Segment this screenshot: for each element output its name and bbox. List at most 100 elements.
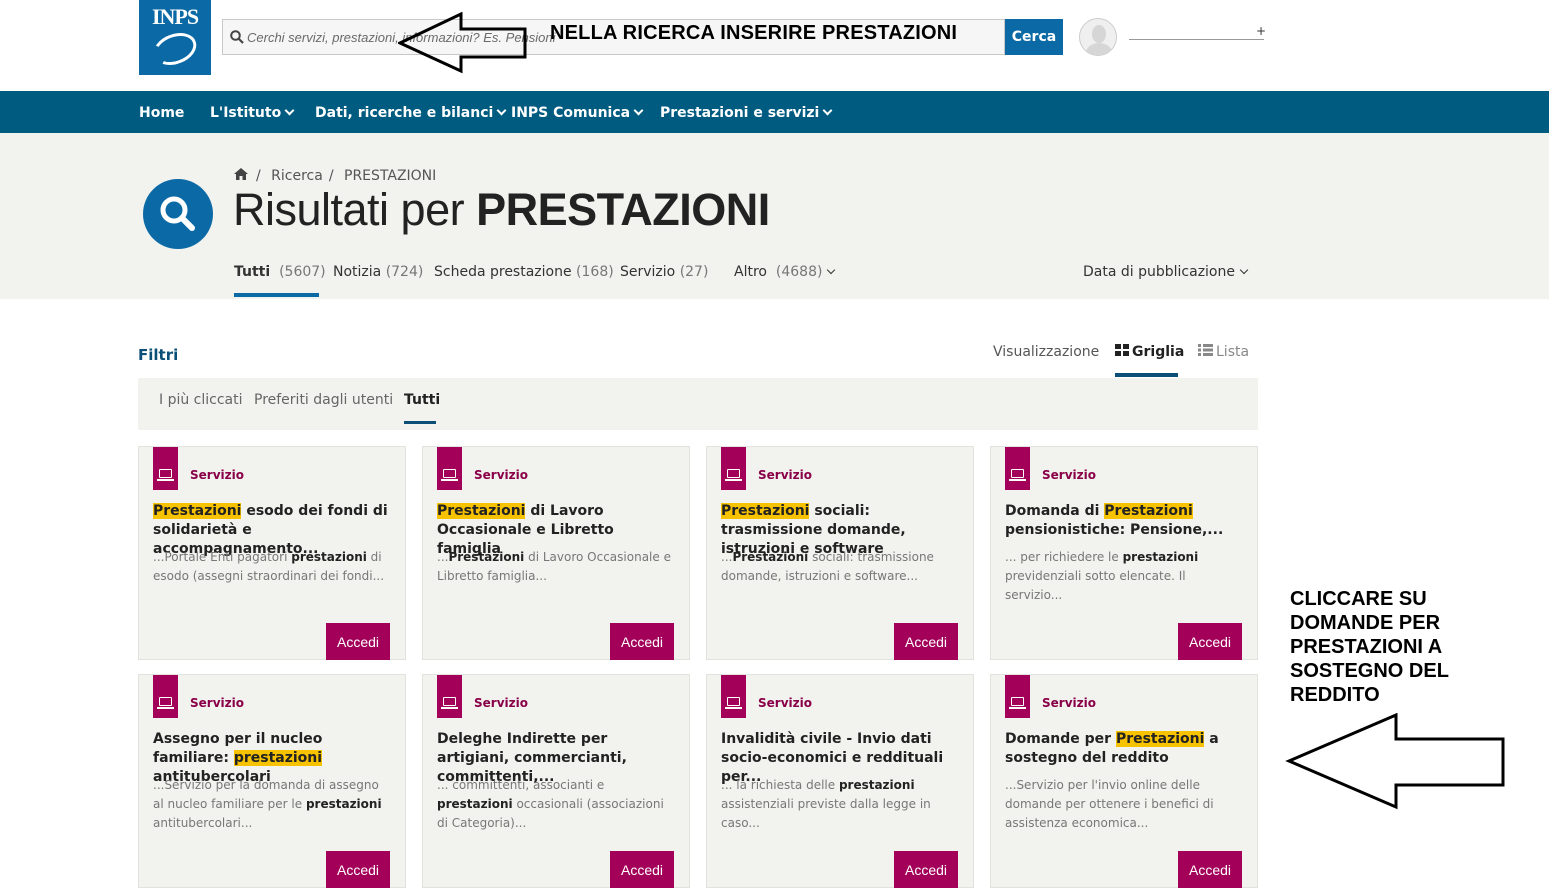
laptop-icon xyxy=(443,697,456,706)
breadcrumb-ricerca[interactable]: Ricerca xyxy=(271,168,323,184)
card-kind: Servizio xyxy=(1042,468,1096,482)
service-badge xyxy=(721,675,746,718)
card-description: ... la richiesta delle prestazioni assis… xyxy=(721,778,931,830)
page-title: Risultati per PRESTAZIONI xyxy=(233,184,770,235)
accedi-button[interactable]: Accedi xyxy=(610,623,674,660)
view-label: Visualizzazione xyxy=(993,344,1100,360)
avatar-body-icon xyxy=(1086,43,1112,55)
result-card: Servizio Prestazioni esodo dei fondi di … xyxy=(138,446,406,660)
accedi-button[interactable]: Accedi xyxy=(326,623,390,660)
chevron-down-icon xyxy=(633,105,644,116)
filter-most-clicked[interactable]: I più cliccati xyxy=(159,392,243,408)
laptop-base xyxy=(157,479,174,481)
laptop-base xyxy=(725,707,742,709)
card-description: ...Prestazioni di Lavoro Occasionale e L… xyxy=(437,550,671,583)
view-grid-button[interactable]: Griglia xyxy=(1115,344,1184,360)
result-card: Servizio Deleghe Indirette per artigiani… xyxy=(422,674,690,888)
laptop-icon xyxy=(1011,697,1024,706)
nav-item-comunica[interactable]: INPS Comunica xyxy=(511,105,644,121)
nav-item-dati[interactable]: Dati, ricerche e bilanci xyxy=(315,105,507,121)
accedi-button[interactable]: Accedi xyxy=(326,851,390,888)
laptop-base xyxy=(157,707,174,709)
avatar-head-icon xyxy=(1092,25,1106,43)
tab-notizia[interactable]: Notizia (724) xyxy=(333,264,423,280)
chevron-down-icon xyxy=(284,105,295,116)
result-card: Servizio Prestazioni sociali: trasmissio… xyxy=(706,446,974,660)
sort-dropdown[interactable]: Data di pubblicazione xyxy=(1083,264,1249,280)
chevron-down-icon xyxy=(496,105,507,116)
tab-tutti[interactable]: Tutti (5607) xyxy=(234,264,326,280)
laptop-base xyxy=(1009,707,1026,709)
result-card: Servizio Invalidità civile - Invio dati … xyxy=(706,674,974,888)
laptop-base xyxy=(1009,479,1026,481)
accedi-button[interactable]: Accedi xyxy=(610,851,674,888)
breadcrumb-current: PRESTAZIONI xyxy=(344,168,437,184)
tab-altro[interactable]: Altro (4688) xyxy=(734,264,836,280)
user-expand-plus[interactable]: + xyxy=(1256,24,1266,38)
filters-heading[interactable]: Filtri xyxy=(138,346,178,364)
card-kind: Servizio xyxy=(474,468,528,482)
card-description: ...Servizio per la domanda di assegno al… xyxy=(153,778,382,830)
service-badge xyxy=(721,447,746,490)
tab-scheda-prestazione[interactable]: Scheda prestazione (168) xyxy=(434,264,614,280)
search-result-icon xyxy=(143,179,213,249)
avatar[interactable] xyxy=(1079,18,1117,56)
view-list-button[interactable]: Lista xyxy=(1198,344,1249,360)
card-title[interactable]: Domanda di Prestazioni pensionistiche: P… xyxy=(1005,502,1245,540)
logo-swirl-icon xyxy=(149,27,201,71)
tab-servizio[interactable]: Servizio (27) xyxy=(620,264,708,280)
card-kind: Servizio xyxy=(190,468,244,482)
card-kind: Servizio xyxy=(474,696,528,710)
laptop-icon xyxy=(1011,469,1024,478)
laptop-icon xyxy=(727,697,740,706)
search-icon xyxy=(230,30,244,44)
card-kind: Servizio xyxy=(758,696,812,710)
service-badge xyxy=(1005,447,1030,490)
active-tab-indicator xyxy=(234,293,319,297)
service-badge xyxy=(153,447,178,490)
grid-icon xyxy=(1115,344,1129,356)
card-kind: Servizio xyxy=(758,468,812,482)
card-description: ...Prestazioni sociali: trasmissione dom… xyxy=(721,550,934,583)
main-nav: Home L'Istituto Dati, ricerche e bilanci… xyxy=(0,91,1549,133)
nav-item-istituto[interactable]: L'Istituto xyxy=(210,105,295,121)
accedi-button[interactable]: Accedi xyxy=(894,623,958,660)
card-kind: Servizio xyxy=(190,696,244,710)
card-description: ...Portale Enti pagatori prestazioni di … xyxy=(153,550,385,583)
card-kind: Servizio xyxy=(1042,696,1096,710)
result-card: Servizio Assegno per il nucleo familiare… xyxy=(138,674,406,888)
chevron-down-icon xyxy=(827,265,836,275)
accedi-button[interactable]: Accedi xyxy=(894,851,958,888)
home-icon[interactable] xyxy=(234,168,248,180)
annotation-arrow-left-icon xyxy=(1285,713,1505,810)
service-badge xyxy=(437,675,462,718)
card-description: ...Servizio per l'invio online delle dom… xyxy=(1005,778,1214,830)
card-title[interactable]: Domande per Prestazioni a sostegno del r… xyxy=(1005,730,1245,768)
accedi-button[interactable]: Accedi xyxy=(1178,851,1242,888)
active-view-indicator xyxy=(1115,373,1178,377)
annotation-arrow-left-icon xyxy=(398,12,527,74)
laptop-icon xyxy=(159,469,172,478)
nav-item-prestazioni[interactable]: Prestazioni e servizi xyxy=(660,105,833,121)
nav-item-home[interactable]: Home xyxy=(139,105,184,121)
accedi-button[interactable]: Accedi xyxy=(1178,623,1242,660)
card-description: ... committenti, associanti e prestazion… xyxy=(437,778,664,830)
card-description: ... per richiedere le prestazioni previd… xyxy=(1005,550,1199,602)
list-icon xyxy=(1198,344,1213,356)
result-card: Servizio Domanda di Prestazioni pensioni… xyxy=(990,446,1258,660)
filter-tabs: I più cliccati Preferiti dagli utenti Tu… xyxy=(138,378,1258,430)
inps-logo[interactable]: INPS xyxy=(139,0,211,75)
user-name-line[interactable] xyxy=(1129,39,1264,40)
filter-all[interactable]: Tutti xyxy=(404,392,440,408)
laptop-icon xyxy=(727,469,740,478)
service-badge xyxy=(1005,675,1030,718)
service-badge xyxy=(437,447,462,490)
laptop-base xyxy=(725,479,742,481)
service-badge xyxy=(153,675,178,718)
filter-user-favorites[interactable]: Preferiti dagli utenti xyxy=(254,392,393,408)
laptop-icon xyxy=(159,697,172,706)
search-submit-button[interactable]: Cerca xyxy=(1005,19,1063,55)
laptop-base xyxy=(441,479,458,481)
annotation-click-instruction: CLICCARE SU DOMANDE PER PRESTAZIONI A SO… xyxy=(1290,588,1449,706)
laptop-base xyxy=(441,707,458,709)
